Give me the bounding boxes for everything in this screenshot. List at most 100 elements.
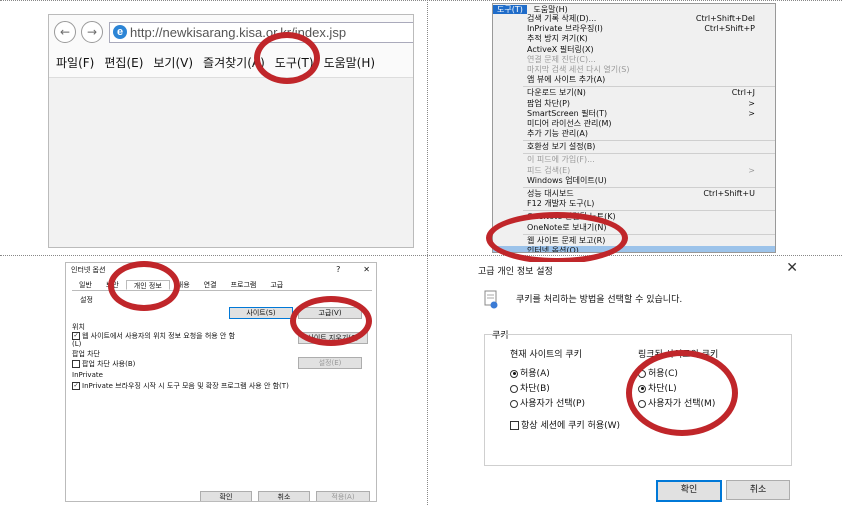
menu-help-top[interactable]: 도움말(H) <box>529 5 571 14</box>
menu-help[interactable]: 도움말(H) <box>324 49 376 77</box>
internet-options-dialog: 인터넷 옵션 ? ✕ 일반 보안 개인 정보 내용 연결 프로그램 고급 설정 … <box>65 262 377 502</box>
menu-item[interactable]: 피드 검색(E) > <box>493 166 775 176</box>
menu-item-label: 연결 문제 진단(C)... <box>527 54 596 64</box>
third-party-prompt-radio[interactable]: 사용자가 선택(M) <box>638 396 715 409</box>
menu-item[interactable]: 앱 뷰에 사이트 추가(A) <box>493 75 775 85</box>
menu-item[interactable]: 팝업 차단(P) > <box>493 99 775 109</box>
inprivate-checkbox[interactable]: ✓ InPrivate 브라우징 시작 시 도구 모음 및 확장 프로그램 사용 … <box>72 381 289 391</box>
menu-item[interactable]: OneNote 연결된 노트(K) <box>493 212 775 222</box>
back-arrow-icon[interactable]: ← <box>54 21 76 43</box>
tab-connections[interactable]: 연결 <box>197 280 224 290</box>
menu-edit[interactable]: 편집(E) <box>104 49 143 77</box>
menu-item[interactable]: 마지막 검색 세션 다시 열기(S) <box>493 65 775 75</box>
radio-label: 허용(C) <box>648 369 678 379</box>
menu-item[interactable]: 추적 방지 켜기(K) <box>493 34 775 44</box>
address-bar[interactable]: e http://newkisarang.kisa.or.kr/index.js… <box>109 22 413 43</box>
cancel-button[interactable]: 취소 <box>258 491 310 501</box>
menu-item[interactable]: 웹 사이트 문제 보고(R) <box>493 236 775 246</box>
radio-selected-icon[interactable] <box>638 384 646 393</box>
popup-checkbox[interactable]: 팝업 차단 사용(B) <box>72 359 135 369</box>
ok-button[interactable]: 확인 <box>656 480 722 502</box>
radio-icon[interactable] <box>510 384 518 393</box>
clear-sites-button[interactable]: 사이트 지우기(C) <box>298 332 368 344</box>
close-icon[interactable]: ✕ <box>786 262 798 276</box>
checkbox-checked-icon[interactable]: ✓ <box>72 382 80 390</box>
location-checkbox[interactable]: ✓ 웹 사이트에서 사용자의 위치 정보 요청을 허용 안 함(L) <box>72 332 242 348</box>
menu-item[interactable]: 이 피드에 가입(F)... <box>493 155 775 165</box>
radio-icon[interactable] <box>638 399 646 408</box>
menu-item-label: 팝업 차단(P) <box>527 98 571 108</box>
radio-selected-icon[interactable] <box>510 369 518 378</box>
close-icon[interactable]: ✕ <box>363 265 370 274</box>
menu-favorites[interactable]: 즐겨찾기(A) <box>203 49 265 77</box>
menu-item-shortcut: Ctrl+Shift+P <box>704 24 755 34</box>
address-url: http://newkisarang.kisa.or.kr/index.jsp <box>130 25 347 40</box>
menu-item[interactable]: 검색 기록 삭제(D)... Ctrl+Shift+Del <box>493 14 775 24</box>
menu-item-shortcut: Ctrl+J <box>731 88 755 98</box>
menu-item[interactable]: 인터넷 옵션(O) <box>493 245 775 253</box>
menu-file[interactable]: 파일(F) <box>56 49 94 77</box>
menu-separator <box>523 86 775 88</box>
sites-button[interactable]: 사이트(S) <box>229 307 293 319</box>
help-close-icons[interactable]: ? ✕ <box>336 265 370 274</box>
menu-item-label: 추가 기능 관리(A) <box>527 129 588 139</box>
tab-privacy[interactable]: 개인 정보 <box>125 280 170 290</box>
ie-logo-icon: e <box>113 25 127 39</box>
menu-separator <box>523 187 775 188</box>
tab-programs[interactable]: 프로그램 <box>224 280 264 290</box>
third-party-allow-radio[interactable]: 허용(C) <box>638 366 678 379</box>
menu-separator <box>523 233 775 235</box>
tab-content[interactable]: 내용 <box>170 280 197 290</box>
checkbox-icon[interactable] <box>72 360 80 368</box>
menu-item-shortcut: Ctrl+Shift+U <box>703 189 755 198</box>
radio-icon[interactable] <box>638 369 646 378</box>
first-party-prompt-radio[interactable]: 사용자가 선택(P) <box>510 396 585 409</box>
menu-item-label: 호환성 보기 설정(B) <box>527 142 596 152</box>
menu-view[interactable]: 보기(V) <box>153 49 193 77</box>
tab-general[interactable]: 일반 <box>72 280 99 290</box>
menu-item[interactable]: 성능 대시보드 Ctrl+Shift+U <box>493 189 775 199</box>
document-eye-icon <box>484 290 498 309</box>
menu-item-shortcut: Ctrl+Shift+Del <box>695 14 755 23</box>
menu-tools-open[interactable]: 도구(T) <box>493 5 527 14</box>
menu-item-label: 인터넷 옵션(O) <box>527 245 579 253</box>
menu-item[interactable]: 호환성 보기 설정(B) <box>493 142 775 152</box>
first-party-allow-radio[interactable]: 허용(A) <box>510 366 550 379</box>
cancel-button[interactable]: 취소 <box>726 480 790 500</box>
ok-button[interactable]: 확인 <box>200 491 252 501</box>
menu-item-label: Windows 업데이트(U) <box>527 175 607 185</box>
menu-items: 검색 기록 삭제(D)... Ctrl+Shift+Del InPrivate 브라… <box>493 14 775 253</box>
menu-tools[interactable]: 도구(T) <box>275 49 314 77</box>
checkbox-icon[interactable] <box>510 421 519 430</box>
menu-item[interactable]: InPrivate 브라우징(I) Ctrl+Shift+P <box>493 24 775 34</box>
tab-security[interactable]: 보안 <box>99 280 126 290</box>
horizontal-divider <box>0 255 842 256</box>
menu-item[interactable]: 추가 기능 관리(A) <box>493 129 775 139</box>
popup-settings-button[interactable]: 설정(E) <box>298 357 362 369</box>
menu-item-label: 미디어 라이선스 관리(M) <box>527 118 612 128</box>
checkbox-checked-icon[interactable]: ✓ <box>72 332 80 340</box>
session-cookies-checkbox[interactable]: 항상 세션에 쿠키 허용(W) <box>510 418 620 431</box>
options-tabs: 일반 보안 개인 정보 내용 연결 프로그램 고급 <box>72 280 372 291</box>
radio-label: 사용자가 선택(P) <box>520 399 585 409</box>
menu-item-label: 앱 뷰에 사이트 추가(A) <box>527 75 606 85</box>
menu-item[interactable]: 연결 문제 진단(C)... <box>493 55 775 65</box>
menu-item[interactable]: Windows 업데이트(U) <box>493 176 775 186</box>
first-party-block-radio[interactable]: 차단(B) <box>510 381 550 394</box>
menu-item[interactable]: SmartScreen 필터(T) > <box>493 109 775 119</box>
tab-advanced[interactable]: 고급 <box>263 280 290 290</box>
popup-label: 팝업 차단 <box>72 350 100 358</box>
advanced-button[interactable]: 고급(V) <box>298 307 362 319</box>
third-party-heading: 링크된 사이트의 쿠키 <box>638 350 719 360</box>
forward-arrow-icon[interactable]: → <box>81 21 103 43</box>
menu-item[interactable]: 미디어 라이선스 관리(M) <box>493 119 775 129</box>
apply-button[interactable]: 적용(A) <box>316 491 370 501</box>
checkbox-label: 항상 세션에 쿠키 허용(W) <box>521 421 621 431</box>
menu-item[interactable]: 다운로드 보기(N) Ctrl+J <box>493 88 775 98</box>
help-icon[interactable]: ? <box>336 265 340 274</box>
menu-item[interactable]: OneNote로 보내기(N) <box>493 223 775 233</box>
menu-item[interactable]: F12 개발자 도구(L) <box>493 199 775 209</box>
radio-icon[interactable] <box>510 399 518 408</box>
third-party-block-radio[interactable]: 차단(L) <box>638 381 677 394</box>
menu-item[interactable]: ActiveX 필터링(X) <box>493 45 775 55</box>
